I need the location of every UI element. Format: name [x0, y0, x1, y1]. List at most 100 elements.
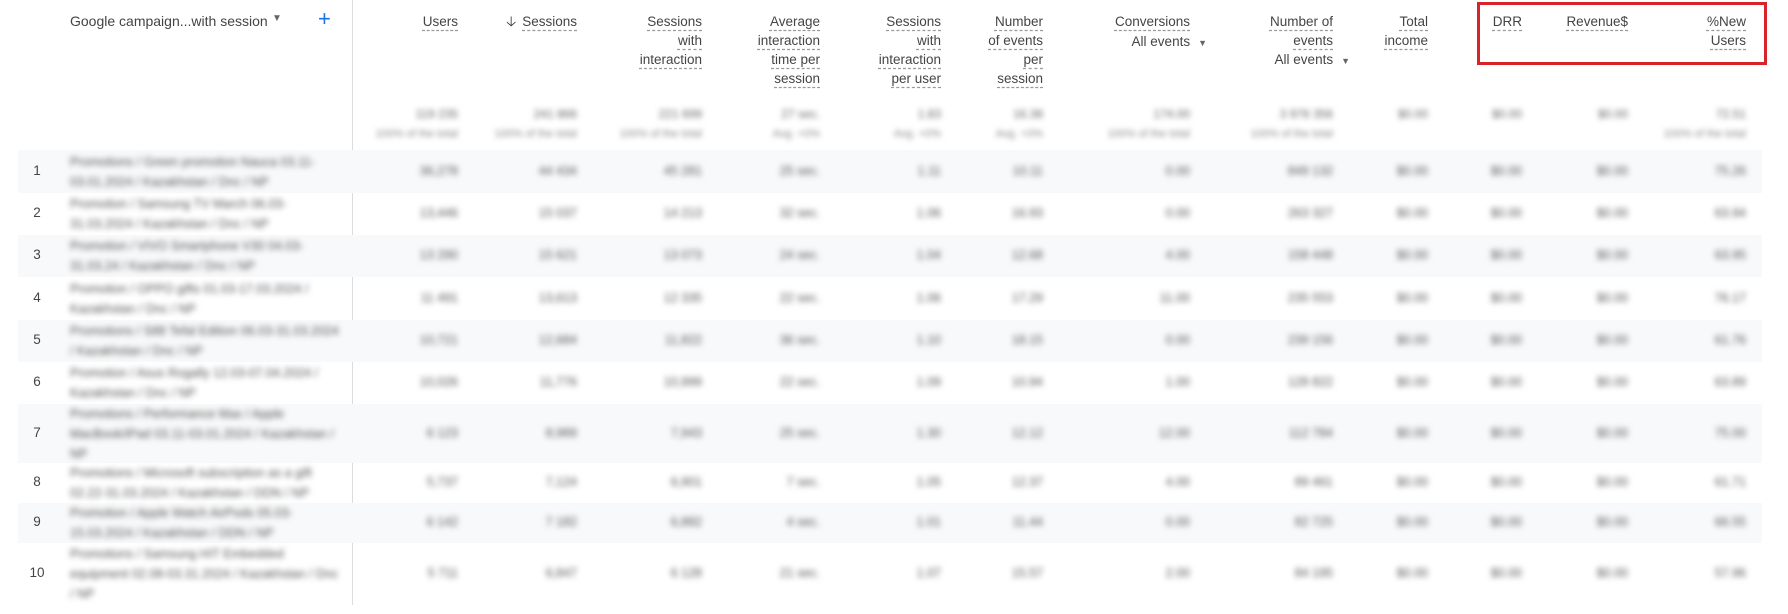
row-campaign-name[interactable]: Promotion / VIVO Smartphone V30 04.03-31… [70, 236, 342, 276]
column-header-events_per_session[interactable]: Number of events per session [988, 12, 1043, 88]
column-header-total_income[interactable]: Total income [1384, 12, 1428, 50]
cell-avg_interaction_time: 7 sec. [786, 475, 820, 489]
cell-sessions_with_interaction: 12 335 [663, 290, 702, 305]
row-number: 10 [29, 565, 45, 580]
cell-new_users: 75.26 [1714, 163, 1746, 178]
cell-conversions: 0.00 [1165, 206, 1190, 220]
cell-conversions: 1.00 [1165, 375, 1190, 389]
row-number: 3 [33, 247, 41, 262]
total-value-new_users: 72.51 [1715, 107, 1746, 121]
cell-avg_interaction_time: 22 sec. [779, 375, 820, 389]
row-campaign-name[interactable]: Promotions / Performance Max / Apple Mac… [70, 404, 342, 464]
cell-users: 11 491 [420, 290, 458, 305]
row-campaign-name[interactable]: Promotions / S88 Tefal Edition 06.03-31.… [70, 321, 342, 361]
cell-users: 5,737 [426, 475, 458, 489]
cell-sessions_with_interaction: 7,943 [670, 425, 702, 440]
cell-new_users: 76.17 [1714, 290, 1746, 305]
row-campaign-name[interactable]: Promotion / OPPO gifts 01.03-17.03.2024 … [70, 279, 342, 319]
cell-conversions: 4.00 [1165, 248, 1190, 262]
cell-total_income: $0.00 [1396, 425, 1428, 440]
total-percent-users: 100% of the total [375, 128, 458, 140]
cell-revenue: $0.00 [1596, 333, 1628, 347]
dimension-select[interactable]: Google campaign...with session [70, 13, 268, 29]
cell-events_per_session: 12.12 [1011, 425, 1043, 440]
cell-sessions_with_interaction_per_user: 1.30 [916, 425, 941, 440]
cell-conversions: 0.00 [1165, 333, 1190, 347]
cell-drr: $0.00 [1490, 475, 1522, 489]
cell-sessions_with_interaction: 11,822 [664, 333, 702, 347]
column-header-title: Average interaction time per session [757, 14, 820, 86]
cell-drr: $0.00 [1490, 248, 1522, 262]
cell-sessions_with_interaction_per_user: 1.10 [916, 333, 941, 347]
cell-users: 10,721 [419, 333, 458, 347]
cell-event_count: 112 784 [1288, 425, 1333, 440]
column-header-sessions[interactable]: 🡣 Sessions [506, 12, 577, 31]
column-header-sessions_with_interaction[interactable]: Sessions with interaction [640, 12, 702, 69]
cell-event_count: 849 132 [1287, 163, 1333, 178]
cell-sessions_with_interaction_per_user: 1.01 [916, 515, 941, 529]
add-dimension-icon[interactable]: + [318, 8, 331, 30]
cell-users: 10,026 [419, 375, 458, 389]
total-value-revenue: $0.00 [1597, 107, 1628, 121]
column-header-title: Total income [1384, 14, 1428, 48]
column-header-avg_interaction_time[interactable]: Average interaction time per session [758, 12, 820, 88]
event-filter-select-event_count[interactable]: All events ▼ [1275, 52, 1350, 67]
chevron-down-icon[interactable]: ▼ [1341, 56, 1350, 66]
cell-events_per_session: 12.37 [1011, 475, 1043, 489]
cell-revenue: $0.00 [1596, 206, 1628, 220]
cell-new_users: 63.89 [1714, 375, 1746, 389]
row-campaign-name[interactable]: Promotion / Samsung TV March 06.03-31.03… [70, 194, 342, 234]
cell-total_income: $0.00 [1396, 566, 1428, 580]
cell-total_income: $0.00 [1396, 333, 1428, 347]
cell-total_income: $0.00 [1396, 515, 1428, 529]
cell-sessions: 7,124 [545, 475, 577, 489]
cell-drr: $0.00 [1490, 425, 1522, 440]
cell-events_per_session: 16.93 [1011, 206, 1043, 220]
event-filter-select-conversions[interactable]: All events ▼ [1132, 34, 1207, 49]
cell-conversions: 0.00 [1165, 163, 1190, 178]
cell-users: 13,446 [419, 206, 458, 220]
total-value-event_count: 3 976 356 [1279, 107, 1333, 121]
total-value-avg_interaction_time: 27 sec. [781, 107, 820, 121]
cell-events_per_session: 18.15 [1011, 333, 1043, 347]
total-value-sessions: 241 866 [533, 107, 577, 121]
cell-revenue: $0.00 [1596, 248, 1628, 262]
column-header-conversions[interactable]: Conversions [1115, 12, 1190, 31]
row-campaign-name[interactable]: Promotions / Samsung HIT Embedded equipm… [70, 544, 342, 604]
cell-revenue: $0.00 [1596, 515, 1628, 529]
column-header-users[interactable]: Users [423, 12, 458, 31]
cell-event_count: 82 725 [1294, 515, 1333, 529]
cell-drr: $0.00 [1490, 163, 1522, 178]
cell-sessions_with_interaction_per_user: 1.06 [916, 206, 941, 220]
cell-avg_interaction_time: 32 sec. [779, 206, 820, 220]
total-percent-avg_interaction_time: Avg. +0% [772, 128, 820, 140]
cell-avg_interaction_time: 25 sec. [779, 425, 820, 440]
cell-drr: $0.00 [1490, 566, 1522, 580]
row-campaign-name[interactable]: Promotions / Green promotion Nauca 03.11… [70, 152, 342, 192]
row-number: 4 [33, 289, 41, 305]
row-campaign-name[interactable]: Promotion / Apple Watch AirPods 05.03-15… [70, 503, 342, 543]
cell-total_income: $0.00 [1396, 248, 1428, 262]
cell-sessions: 15 037 [538, 206, 577, 220]
chevron-down-icon[interactable]: ▼ [272, 13, 282, 24]
chevron-down-icon[interactable]: ▼ [1198, 38, 1207, 48]
sort-arrow-down-icon[interactable]: 🡣 [506, 13, 516, 29]
total-percent-sessions: 100% of the total [494, 128, 577, 140]
cell-events_per_session: 11.44 [1012, 515, 1043, 529]
column-header-title: Sessions with interaction per user [878, 14, 941, 86]
cell-total_income: $0.00 [1396, 375, 1428, 389]
cell-sessions_with_interaction: 6,901 [670, 475, 702, 489]
row-campaign-name[interactable]: Promotions / Microsoft subscription as a… [70, 463, 342, 503]
column-header-event_count[interactable]: Number of events [1270, 12, 1333, 50]
cell-events_per_session: 10.11 [1012, 163, 1043, 178]
cell-sessions_with_interaction: 6,882 [670, 515, 702, 529]
cell-event_count: 89 461 [1294, 475, 1333, 489]
column-header-title: Number of events per session [988, 14, 1043, 86]
total-value-users: 119 235 [415, 107, 459, 121]
row-campaign-name[interactable]: Promotion / Asus Rogally 12.03-07.04.202… [70, 363, 342, 403]
cell-sessions: 12,684 [538, 333, 577, 347]
cell-revenue: $0.00 [1596, 475, 1628, 489]
cell-events_per_session: 17.29 [1011, 290, 1043, 305]
cell-new_users: 61.71 [1714, 475, 1746, 489]
column-header-sessions_with_interaction_per_user[interactable]: Sessions with interaction per user [879, 12, 941, 88]
